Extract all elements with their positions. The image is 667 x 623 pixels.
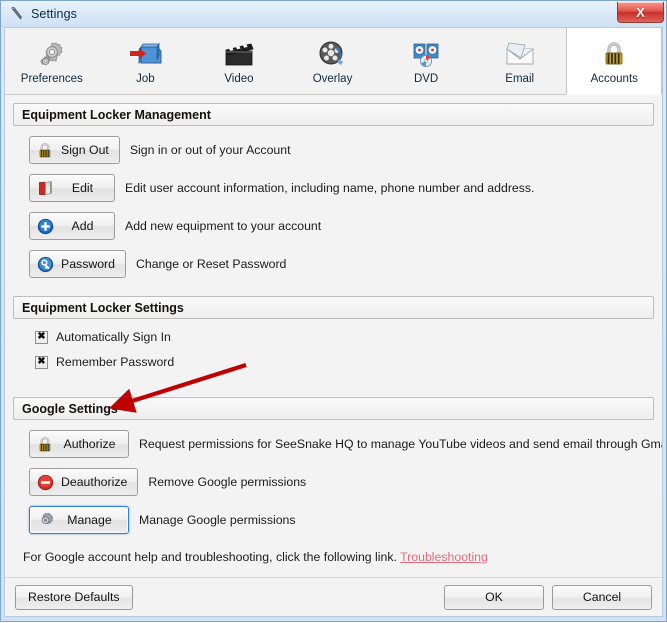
tab-label: Job	[136, 72, 155, 85]
row-description: Sign in or out of your Account	[129, 143, 291, 157]
tab-video[interactable]: Video	[192, 28, 286, 94]
window-client-area: Preferences Job Video Overlay DVD Email …	[4, 27, 663, 617]
section-header-equipment-settings: Equipment Locker Settings	[13, 296, 654, 319]
window-title: Settings	[31, 7, 77, 21]
row-description: Edit user account information, including…	[125, 181, 535, 195]
settings-toolbar: Preferences Job Video Overlay DVD Email …	[5, 28, 663, 95]
checkbox-automatically-sign-in[interactable]: ✖ Automatically Sign In	[13, 330, 654, 344]
sign-out-button[interactable]: Sign Out	[29, 136, 120, 164]
troubleshooting-link[interactable]: Troubleshooting	[400, 550, 488, 564]
cancel-button[interactable]: Cancel	[552, 584, 652, 610]
button-label: Edit	[71, 181, 94, 195]
job-box-arrow-icon	[124, 37, 166, 71]
row-deauthorize: Deauthorize Remove Google permissions	[13, 468, 654, 496]
wrench-icon	[9, 6, 25, 22]
tab-label: Video	[224, 72, 254, 85]
button-label: Deauthorize	[61, 475, 128, 489]
tab-accounts[interactable]: Accounts	[566, 28, 663, 95]
button-label: Authorize	[63, 437, 116, 451]
button-label: Password	[61, 257, 115, 271]
footnote: For Google account help and troubleshoot…	[13, 550, 654, 564]
deauthorize-button[interactable]: Deauthorize	[29, 468, 139, 496]
row-manage: Manage Manage Google permissions	[13, 506, 654, 534]
settings-content: Equipment Locker Management Sign Out Sig…	[5, 95, 662, 577]
row-description: Add new equipment to your account	[125, 219, 322, 233]
red-book-icon	[36, 179, 54, 197]
row-description: Change or Reset Password	[136, 257, 287, 271]
button-label: Sign Out	[61, 143, 109, 157]
tab-label: Email	[505, 72, 535, 85]
section-header-google-settings: Google Settings	[13, 397, 654, 420]
manage-button[interactable]: Manage	[29, 506, 129, 534]
edit-button[interactable]: Edit	[29, 174, 115, 202]
padlock-icon	[36, 141, 54, 159]
blue-key-icon	[36, 255, 54, 273]
envelope-icon	[499, 37, 541, 71]
button-label: Add	[71, 219, 94, 233]
padlock-icon	[36, 435, 54, 453]
settings-window: Settings X Preferences Job Video Overlay…	[0, 0, 667, 622]
tab-job[interactable]: Job	[98, 28, 193, 94]
button-label: Manage	[67, 513, 112, 527]
gear-icon	[36, 511, 54, 529]
password-button[interactable]: Password	[29, 250, 126, 278]
red-deny-icon	[36, 473, 54, 491]
checkbox-label: Automatically Sign In	[56, 330, 171, 344]
tab-overlay[interactable]: Overlay	[285, 28, 380, 94]
tab-label: Overlay	[312, 72, 353, 85]
row-password: Password Change or Reset Password	[13, 250, 654, 278]
tab-label: DVD	[413, 72, 439, 85]
row-add: Add Add new equipment to your account	[13, 212, 654, 240]
padlock-icon	[593, 37, 635, 71]
tab-dvd[interactable]: DVD	[379, 28, 473, 94]
tab-label: Preferences	[20, 72, 83, 85]
row-edit: Edit Edit user account information, incl…	[13, 174, 654, 202]
blue-plus-icon	[36, 217, 54, 235]
tab-preferences[interactable]: Preferences	[5, 28, 99, 94]
row-sign-out: Sign Out Sign in or out of your Account	[13, 136, 654, 164]
ok-button[interactable]: OK	[444, 584, 544, 610]
close-icon: X	[636, 4, 645, 20]
checkbox-remember-password[interactable]: ✖ Remember Password	[13, 355, 654, 369]
clapperboard-icon	[218, 37, 260, 71]
checkbox-mark-icon: ✖	[35, 330, 48, 344]
section-header-equipment-management: Equipment Locker Management	[13, 103, 654, 126]
add-button[interactable]: Add	[29, 212, 115, 240]
restore-defaults-button[interactable]: Restore Defaults	[15, 584, 133, 610]
film-reel-icon	[312, 37, 354, 71]
checkbox-mark-icon: ✖	[35, 355, 48, 369]
dvd-disc-icon	[405, 37, 447, 71]
tab-email[interactable]: Email	[472, 28, 567, 94]
close-button[interactable]: X	[617, 2, 664, 23]
row-description: Manage Google permissions	[139, 513, 296, 527]
authorize-button[interactable]: Authorize	[29, 430, 129, 458]
title-bar: Settings X	[1, 1, 666, 27]
footnote-text: For Google account help and troubleshoot…	[23, 550, 397, 564]
dialog-button-bar: Restore Defaults OK Cancel	[5, 577, 662, 616]
row-description: Request permissions for SeeSnake HQ to m…	[139, 437, 662, 451]
gear-icon	[31, 37, 73, 71]
row-description: Remove Google permissions	[148, 475, 307, 489]
row-authorize: Authorize Request permissions for SeeSna…	[13, 430, 662, 458]
checkbox-label: Remember Password	[56, 355, 175, 369]
tab-label: Accounts	[590, 72, 638, 85]
